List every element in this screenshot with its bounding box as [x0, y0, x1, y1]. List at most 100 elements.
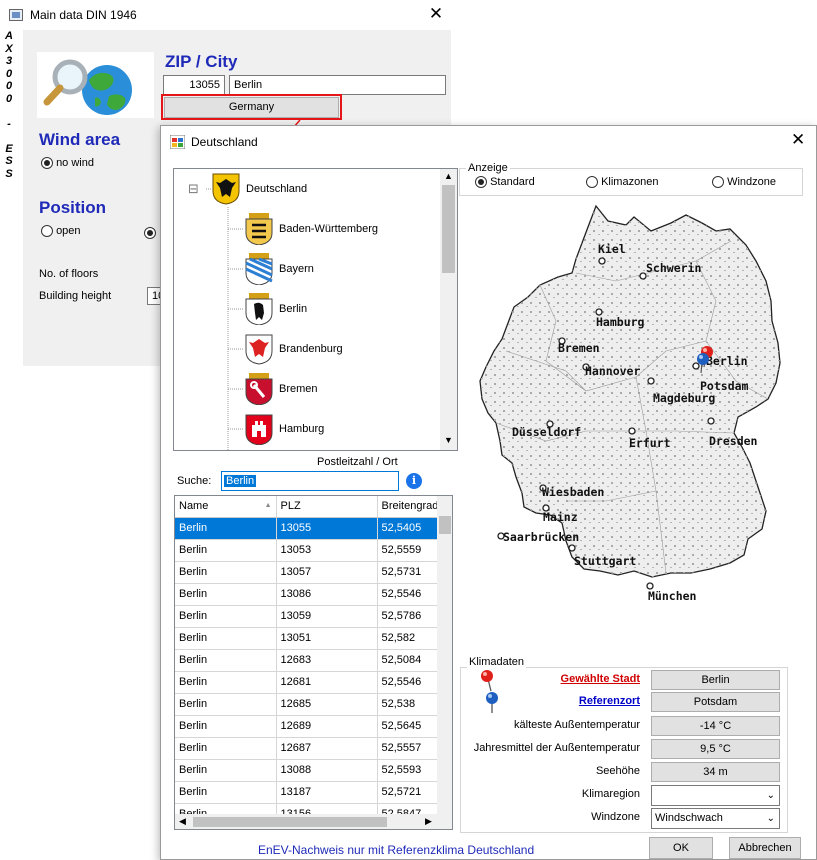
- no-wind-radio[interactable]: [41, 157, 53, 170]
- table-row[interactable]: Berlin 13053 52,5559: [175, 539, 448, 562]
- standard-label: Standard: [490, 176, 535, 188]
- search-input[interactable]: Berlin: [221, 471, 399, 491]
- scroll-right-icon[interactable]: ▶: [425, 816, 432, 827]
- floors-label: No. of floors: [39, 268, 99, 280]
- open-radio[interactable]: [41, 225, 53, 238]
- grid-header-row: Name ▲ PLZ Breitengrad: [175, 496, 448, 518]
- position-option-2[interactable]: [144, 225, 156, 239]
- table-row[interactable]: Berlin 12683 52,5084: [175, 649, 448, 672]
- table-row[interactable]: Berlin 13187 52,5721: [175, 781, 448, 804]
- ok-button[interactable]: OK: [649, 837, 713, 859]
- table-row[interactable]: Berlin 12687 52,5557: [175, 737, 448, 760]
- cell-plz: 13088: [276, 759, 378, 782]
- city-label-stuttgart: Stuttgart: [574, 554, 636, 568]
- anzeige-option-klimazonen[interactable]: Klimazonen: [586, 176, 659, 189]
- cell-plz: 13057: [276, 561, 378, 584]
- anzeige-option-windzone[interactable]: Windzone: [712, 176, 776, 189]
- cell-name: Berlin: [175, 737, 277, 760]
- windzone-radio[interactable]: [712, 176, 724, 189]
- brandenburg-eagle-crest-icon: [245, 333, 273, 365]
- windzone-label: Windzone: [727, 176, 776, 188]
- cell-plz: 13053: [276, 539, 378, 562]
- cell-name: Berlin: [175, 759, 277, 782]
- search-input-value: Berlin: [224, 475, 257, 487]
- zip-input[interactable]: 13055: [163, 75, 225, 95]
- blue-pin-icon: [486, 692, 498, 713]
- main-window-titlebar: Main data DIN 1946 ✕: [0, 0, 460, 30]
- klimaregion-select[interactable]: ⌄: [651, 785, 780, 806]
- cell-plz: 12683: [276, 649, 378, 672]
- cell-name: Berlin: [175, 649, 277, 672]
- col-name-header[interactable]: Name ▲: [175, 496, 277, 518]
- cell-name: Berlin: [175, 561, 277, 584]
- klimazonen-radio[interactable]: [586, 176, 598, 189]
- tree-item-baden-wuerttemberg[interactable]: Baden-Württemberg: [245, 211, 378, 247]
- cell-plz: 13055: [276, 517, 378, 540]
- table-row[interactable]: Berlin 12685 52,538: [175, 693, 448, 716]
- position-option-open[interactable]: open: [41, 225, 81, 238]
- col-plz-header[interactable]: PLZ: [276, 496, 378, 518]
- wind-area-heading: Wind area: [39, 130, 121, 149]
- cancel-button[interactable]: Abbrechen: [729, 837, 801, 859]
- cell-name: Berlin: [175, 539, 277, 562]
- city-input[interactable]: Berlin: [229, 75, 446, 95]
- sort-asc-icon: ▲: [264, 502, 272, 510]
- cell-plz: 12689: [276, 715, 378, 738]
- collapse-icon[interactable]: ⊟: [188, 181, 199, 197]
- referenzort-link[interactable]: Referenzort: [521, 695, 640, 707]
- scroll-down-icon[interactable]: ▼: [444, 435, 453, 445]
- gewaehlte-stadt-link[interactable]: Gewählte Stadt: [521, 673, 640, 685]
- cell-plz: 13187: [276, 781, 378, 804]
- dialog-titlebar: Deutschland ✕: [161, 126, 816, 158]
- tree-item-berlin[interactable]: Berlin: [245, 291, 307, 327]
- position-radio-2[interactable]: [144, 226, 156, 239]
- grid-body: Berlin 13055 52,5405 Berlin 13053 52,5559 Berl…: [175, 517, 448, 826]
- cell-name: Berlin: [175, 583, 277, 606]
- table-row[interactable]: Berlin 13088 52,5593: [175, 759, 448, 782]
- anzeige-option-standard[interactable]: Standard: [475, 176, 535, 189]
- tree-item-bayern[interactable]: Bayern: [245, 251, 314, 287]
- wind-option-no-wind[interactable]: no wind: [41, 157, 94, 170]
- grid-scroll-thumb[interactable]: [439, 516, 451, 534]
- dialog-app-icon: [170, 135, 185, 149]
- plz-results-grid[interactable]: Name ▲ PLZ Breitengrad Berlin 13055 52,540…: [174, 495, 453, 830]
- hamburg-castle-crest-icon: [245, 413, 273, 446]
- standard-radio[interactable]: [475, 176, 487, 189]
- table-row[interactable]: Berlin 13086 52,5546: [175, 583, 448, 606]
- table-row[interactable]: Berlin 13051 52,582: [175, 627, 448, 650]
- deutschland-dialog: Deutschland ✕ ⊟ Deutschland Baden-Württe…: [160, 125, 817, 860]
- tree-item-deutschland[interactable]: Deutschland: [212, 171, 307, 207]
- cell-plz: 12681: [276, 671, 378, 694]
- state-tree-view[interactable]: ⊟ Deutschland Baden-Württemberg Bayern B…: [173, 168, 458, 451]
- kaelteste-label: kälteste Außentemperatur: [514, 719, 640, 731]
- scroll-up-icon[interactable]: ▲: [444, 171, 453, 181]
- chevron-down-icon: ⌄: [766, 790, 775, 801]
- tree-item-hamburg[interactable]: Hamburg: [245, 411, 324, 447]
- germany-map[interactable]: Kiel Schwerin Hamburg Bremen Hannover Be…: [466, 201, 811, 641]
- sidebar-letter: A: [5, 30, 13, 42]
- tree-scroll-thumb[interactable]: [442, 185, 455, 273]
- red-pin-icon: [481, 670, 493, 692]
- city-label-schwerin: Schwerin: [646, 261, 701, 275]
- table-row[interactable]: Berlin 12689 52,5645: [175, 715, 448, 738]
- scroll-left-icon[interactable]: ◀: [179, 816, 186, 827]
- table-row[interactable]: Berlin 13057 52,5731: [175, 561, 448, 584]
- tree-item-brandenburg[interactable]: Brandenburg: [245, 331, 343, 367]
- grid-hscroll-thumb[interactable]: [193, 817, 387, 827]
- tree-scrollbar[interactable]: ▲ ▼: [440, 169, 457, 450]
- table-row[interactable]: Berlin 13059 52,5786: [175, 605, 448, 628]
- baden-wuerttemberg-crest-icon: [245, 213, 273, 246]
- table-row[interactable]: Berlin 13055 52,5405: [175, 517, 448, 540]
- info-icon[interactable]: i: [406, 473, 422, 489]
- windzone-select[interactable]: Windschwach ⌄: [651, 808, 780, 829]
- cell-plz: 13086: [276, 583, 378, 606]
- referenzort-value: Potsdam: [651, 692, 780, 712]
- table-row[interactable]: Berlin 12681 52,5546: [175, 671, 448, 694]
- dialog-close-icon[interactable]: ✕: [791, 130, 805, 150]
- sidebar-letter: S: [5, 155, 13, 167]
- grid-hscrollbar[interactable]: ◀ ▶: [175, 814, 452, 829]
- grid-vscrollbar[interactable]: [437, 496, 452, 814]
- main-window-close-icon[interactable]: ✕: [426, 4, 446, 24]
- tree-item-bremen[interactable]: Bremen: [245, 371, 318, 407]
- germany-map-svg: Kiel Schwerin Hamburg Bremen Hannover Be…: [479, 204, 781, 603]
